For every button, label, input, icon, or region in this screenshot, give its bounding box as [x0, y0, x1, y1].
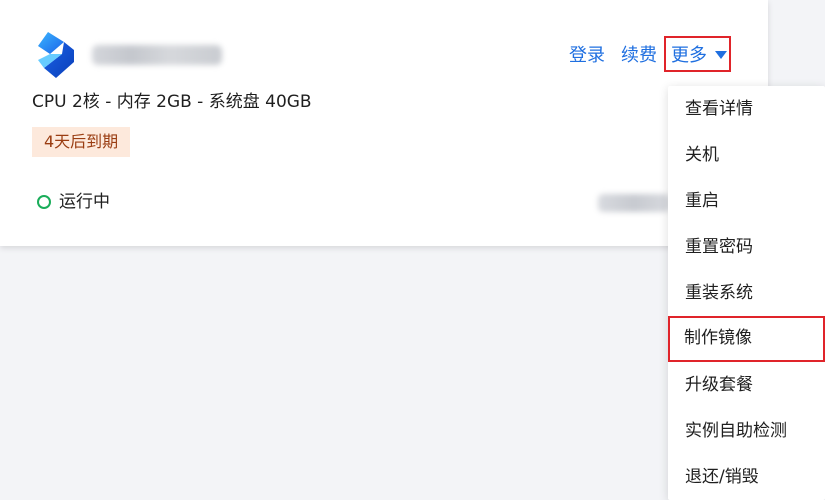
instance-status: 运行中 [37, 190, 110, 214]
menu-item-reset-password[interactable]: 重置密码 [668, 224, 825, 270]
instance-name-redacted [92, 45, 222, 65]
login-button[interactable]: 登录 [569, 43, 605, 69]
menu-item-return-destroy[interactable]: 退还/销毁 [668, 454, 825, 500]
menu-item-reinstall-system[interactable]: 重装系统 [668, 270, 825, 316]
menu-item-upgrade-plan[interactable]: 升级套餐 [668, 362, 825, 408]
instance-card: CPU 2核 - 内存 2GB - 系统盘 40GB 4天后到期 运行中 登录 … [0, 0, 768, 246]
menu-item-view-details[interactable]: 查看详情 [668, 86, 825, 132]
menu-item-create-image[interactable]: 制作镜像 [668, 316, 825, 362]
more-label: 更多 [671, 45, 707, 66]
caret-down-icon [715, 51, 727, 59]
menu-item-self-check[interactable]: 实例自助检测 [668, 408, 825, 454]
expire-badge: 4天后到期 [32, 127, 131, 157]
lighthouse-logo-icon [34, 30, 78, 80]
status-label: 运行中 [59, 192, 110, 212]
more-button[interactable]: 更多 [664, 36, 731, 72]
more-dropdown-menu: 查看详情 关机 重启 重置密码 重装系统 制作镜像 升级套餐 实例自助检测 退还… [668, 86, 825, 500]
running-status-icon [37, 195, 51, 209]
menu-item-shutdown[interactable]: 关机 [668, 132, 825, 178]
instance-spec: CPU 2核 - 内存 2GB - 系统盘 40GB [32, 92, 312, 112]
instance-ip-redacted [598, 194, 670, 212]
menu-item-restart[interactable]: 重启 [668, 178, 825, 224]
renew-button[interactable]: 续费 [621, 43, 657, 69]
